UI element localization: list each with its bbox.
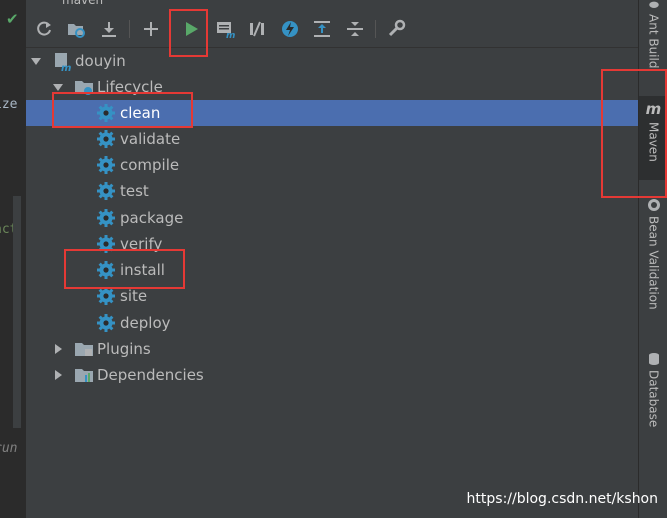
expand-all-icon [314,21,330,37]
maven-icon: m [645,100,662,118]
database-icon [648,353,659,365]
gear-icon [97,235,115,253]
bean-icon [647,199,660,211]
tab-label: Bean Validation [646,216,661,310]
goal-item-compile[interactable]: compile [26,152,638,178]
expand-arrow-icon[interactable] [52,369,64,381]
goal-label: compile [120,156,180,174]
run-button[interactable] [180,18,202,40]
gear-icon [97,104,115,122]
maven-goal-icon: m [217,22,235,39]
goal-item-verify[interactable]: verify [26,231,638,257]
tab-maven[interactable]: m Maven [639,96,667,180]
download-icon [102,22,116,37]
tab-database[interactable]: Database [639,352,667,436]
checkmark-icon: ✔ [6,10,19,28]
gear-icon [97,314,115,332]
gear-icon [97,130,115,148]
play-icon [186,22,198,36]
tab-label: Ant Build [646,13,661,68]
tab-ant-build[interactable]: Ant Build [639,0,667,68]
refresh-icon [37,21,51,36]
toolbar-separator [129,20,130,38]
collapse-all-button[interactable] [344,18,366,40]
tree-node-project[interactable]: m douyin [26,48,638,74]
offline-mode-button[interactable] [246,18,268,40]
project-label: douyin [75,52,126,70]
gear-icon [97,156,115,174]
collapse-all-icon [347,22,363,36]
watermark: https://blog.csdn.net/kshon [466,491,658,507]
maven-tool-window: m m douyin Lifecycle clean validate comp… [26,10,638,518]
goal-item-package[interactable]: package [26,205,638,231]
goal-item-install[interactable]: install [26,257,638,283]
tab-label: Maven [646,122,661,162]
folder-refresh-icon [68,24,85,38]
lightning-icon [282,21,298,37]
skip-tests-button[interactable] [279,18,301,40]
gear-icon [97,182,115,200]
tree-node-plugins[interactable]: Plugins [26,336,638,362]
collapse-arrow-icon[interactable] [52,81,64,93]
goal-label: clean [120,104,161,122]
download-sources-button[interactable] [98,18,120,40]
goal-label: deploy [120,314,171,332]
goal-label: validate [120,130,181,148]
ant-icon [648,1,659,8]
tab-bean-validation[interactable]: Bean Validation [639,198,667,318]
tab-label: Database [646,370,661,428]
gear-icon [97,209,115,227]
gear-icon [97,261,115,279]
execute-goal-button[interactable]: m [214,18,236,40]
goal-item-deploy[interactable]: deploy [26,310,638,336]
tree-node-lifecycle[interactable]: Lifecycle [26,74,638,100]
editor-fragment: ize [0,97,18,112]
tree-node-dependencies[interactable]: Dependencies [26,362,638,388]
right-tool-stripe: Ant Build m Maven Bean Validation Databa… [638,0,667,518]
editor-fragment: run [0,441,18,456]
add-project-button[interactable] [140,18,162,40]
lifecycle-folder-icon [75,81,93,95]
plugins-folder-icon [75,343,93,356]
editor-gutter: ✔ ize act run [0,0,27,518]
goal-item-clean[interactable]: clean [26,100,638,126]
goal-label: test [120,182,149,200]
generate-sources-button[interactable] [65,18,87,40]
goal-label: package [120,209,184,227]
show-dependencies-button[interactable] [311,18,333,40]
editor-scroll-marker [13,196,21,428]
svg-text:m: m [226,31,235,39]
expand-arrow-icon[interactable] [52,343,64,355]
goal-label: install [120,261,165,279]
reimport-button[interactable] [33,18,55,40]
plus-icon [144,22,158,36]
maven-settings-button[interactable] [385,18,407,40]
plugins-label: Plugins [97,340,151,358]
offline-icon [250,21,264,37]
dependencies-label: Dependencies [97,366,204,384]
goal-item-test[interactable]: test [26,178,638,204]
maven-project-icon: m [55,53,71,71]
toolbar-separator [375,20,376,38]
svg-text:m: m [61,63,71,71]
maven-toolbar: m [26,10,638,48]
dependencies-folder-icon [75,369,93,382]
goal-item-validate[interactable]: validate [26,126,638,152]
collapse-arrow-icon[interactable] [30,55,42,67]
lifecycle-label: Lifecycle [97,78,163,96]
gear-icon [97,287,115,305]
tool-window-title: maven [62,0,104,7]
wrench-icon [388,19,406,37]
goal-label: site [120,287,148,305]
goal-label: verify [120,235,163,253]
goal-item-site[interactable]: site [26,283,638,309]
